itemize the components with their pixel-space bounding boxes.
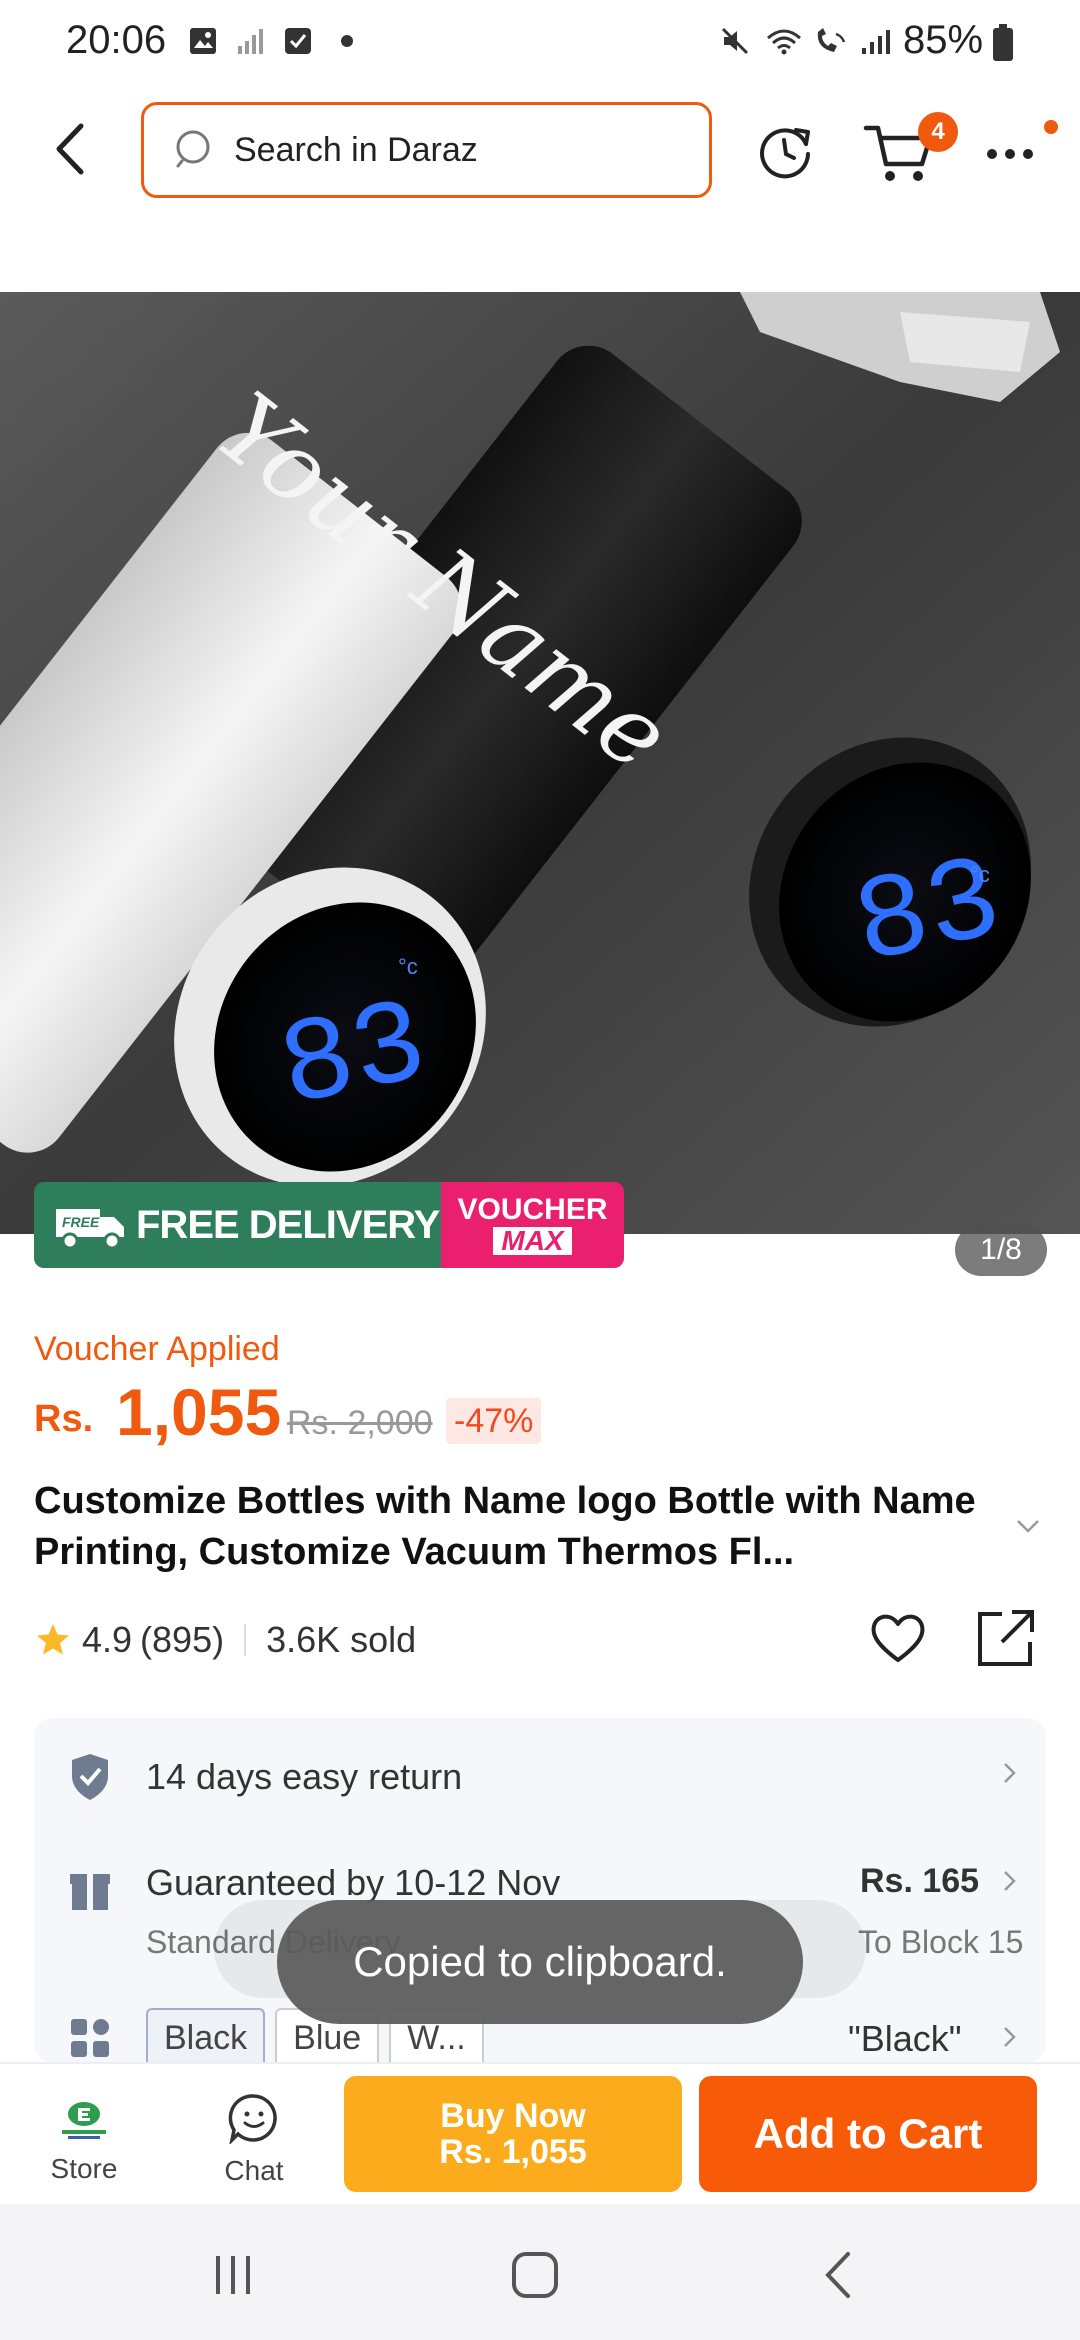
product-title[interactable]: Customize Bottles with Name logo Bottle … bbox=[34, 1476, 994, 1578]
black-bottle-display-unit: °c bbox=[970, 862, 990, 887]
add-to-cart-button[interactable]: Add to Cart bbox=[699, 2076, 1037, 2192]
color-option-black[interactable]: Black bbox=[146, 2008, 266, 2062]
rating-row[interactable]: 4.9 (895) 3.6K sold bbox=[34, 1614, 416, 1666]
delivery-location: To Block 15 bbox=[858, 1924, 1024, 1960]
buy-now-price: Rs. 1,055 bbox=[439, 2133, 587, 2171]
current-price: 1,055 bbox=[116, 1375, 282, 1449]
cart-count-badge: 4 bbox=[918, 112, 958, 152]
product-image[interactable]: 83 °c 83 °c Your Name bbox=[0, 292, 1080, 1234]
status-time: 20:06 bbox=[66, 18, 167, 62]
variants-grid-icon bbox=[71, 2019, 109, 2057]
return-policy-row[interactable]: 14 days easy return bbox=[34, 1718, 1046, 1828]
chevron-down-icon[interactable] bbox=[1010, 1508, 1046, 1544]
promo-badges: FREE FREE DELIVERY VOUCHER MAX bbox=[34, 1182, 624, 1268]
search-placeholder: Search in Daraz bbox=[234, 130, 478, 169]
no-signal-icon bbox=[238, 29, 263, 54]
discount-badge: -47% bbox=[446, 1398, 542, 1444]
original-price: Rs. 2,000 bbox=[287, 1404, 433, 1442]
search-icon bbox=[176, 130, 210, 168]
package-icon bbox=[70, 1874, 110, 1910]
selected-color: "Black" bbox=[848, 2018, 962, 2059]
chevron-left-icon bbox=[56, 123, 84, 175]
home-icon[interactable] bbox=[510, 2250, 560, 2300]
divider bbox=[244, 1624, 247, 1656]
share-button[interactable] bbox=[974, 1606, 1038, 1670]
free-tag: FREE bbox=[62, 1214, 100, 1230]
buy-now-label: Buy Now bbox=[440, 2097, 586, 2135]
battery-icon bbox=[993, 24, 1013, 61]
buy-now-button[interactable]: Buy Now Rs. 1,055 bbox=[344, 2076, 682, 2192]
wifi-icon bbox=[767, 29, 801, 55]
system-navigation-bar bbox=[0, 2204, 1080, 2340]
history-button[interactable] bbox=[752, 118, 818, 184]
wifi-call-icon bbox=[817, 28, 846, 52]
more-horizontal-icon bbox=[987, 149, 1033, 159]
sold-count: 3.6K sold bbox=[266, 1619, 417, 1660]
store-button[interactable]: Store bbox=[30, 2092, 138, 2192]
review-count: (895) bbox=[140, 1619, 225, 1660]
mute-icon bbox=[721, 27, 749, 55]
recent-apps-icon[interactable] bbox=[210, 2252, 256, 2298]
store-label: Store bbox=[50, 2153, 118, 2184]
share-icon bbox=[978, 1610, 1034, 1666]
dot-icon bbox=[341, 35, 353, 47]
clipboard-toast: Copied to clipboard. bbox=[277, 1900, 803, 2024]
gallery-notification-icon bbox=[190, 28, 216, 54]
chat-icon bbox=[228, 2094, 277, 2146]
back-nav-icon[interactable] bbox=[816, 2250, 860, 2300]
chevron-right-icon bbox=[1004, 1763, 1016, 1783]
price-currency: Rs. bbox=[34, 1398, 94, 1440]
white-bottle-display-unit: °c bbox=[398, 954, 418, 979]
checkbox-notification-icon bbox=[285, 28, 311, 54]
heart-icon bbox=[871, 1614, 925, 1662]
refresh-icon bbox=[760, 128, 810, 179]
delivery-price: Rs. 165 bbox=[860, 1862, 980, 1900]
notification-dot bbox=[1044, 120, 1058, 134]
wishlist-button[interactable] bbox=[866, 1606, 930, 1670]
voucher-applied-label: Voucher Applied bbox=[34, 1330, 280, 1368]
star-icon bbox=[37, 1624, 69, 1655]
back-button[interactable] bbox=[40, 114, 100, 184]
status-bar: 20:06 85% bbox=[0, 0, 1080, 86]
shield-check-icon bbox=[72, 1754, 108, 1800]
product-photo: 83 °c 83 °c Your Name bbox=[0, 292, 1080, 1234]
chat-button[interactable]: Chat bbox=[200, 2092, 308, 2192]
signal-icon bbox=[862, 30, 890, 54]
return-policy-label: 14 days easy return bbox=[146, 1756, 463, 1797]
voucher-max-badge: VOUCHER MAX bbox=[441, 1182, 624, 1268]
free-delivery-label: FREE DELIVERY bbox=[136, 1202, 440, 1247]
delivery-guarantee-label: Guaranteed by 10-12 Nov bbox=[146, 1862, 561, 1903]
delivery-truck-icon: FREE bbox=[56, 1209, 124, 1250]
rating-value: 4.9 bbox=[82, 1619, 133, 1660]
chevron-right-icon bbox=[1004, 1871, 1016, 1891]
store-logo-icon bbox=[62, 2102, 106, 2139]
chat-label: Chat bbox=[224, 2155, 284, 2186]
free-delivery-badge: FREE FREE DELIVERY bbox=[34, 1182, 441, 1268]
voucher-label: VOUCHER bbox=[457, 1193, 608, 1226]
chevron-right-icon bbox=[1004, 2027, 1016, 2047]
image-counter: 1/8 bbox=[955, 1224, 1047, 1276]
search-input[interactable]: Search in Daraz bbox=[141, 102, 712, 198]
voucher-max-label: MAX bbox=[493, 1227, 572, 1255]
more-options-button[interactable] bbox=[978, 120, 1048, 180]
battery-percent: 85% bbox=[903, 18, 984, 62]
